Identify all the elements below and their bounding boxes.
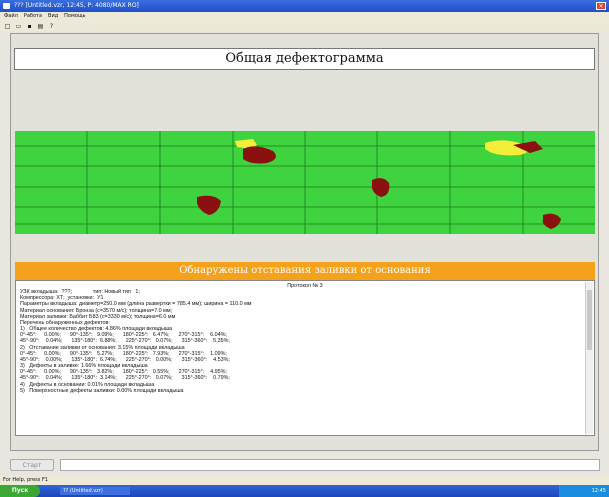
app-icon (3, 3, 10, 9)
os-start-button[interactable]: Пуск (0, 485, 40, 497)
menu-help[interactable]: Помощь (64, 12, 85, 21)
menu-work[interactable]: Работа (24, 12, 42, 21)
print-icon[interactable]: ▤ (37, 23, 44, 30)
protocol-report: Протокол № 3 УЗК вкладыша: ???; тип: Нов… (15, 280, 595, 436)
scroll-thumb[interactable] (587, 290, 592, 350)
report-scrollbar[interactable] (585, 282, 593, 434)
toolbar: □ ▭ ▪ ▤ ? (0, 21, 609, 31)
save-icon[interactable]: ▪ (26, 23, 33, 30)
page-title: Общая дефектограмма (14, 48, 595, 70)
menu-view[interactable]: Вид (48, 12, 58, 21)
report-line: 5) Поверхностные дефекты заливки: 0.00% … (20, 387, 184, 394)
command-row: Старт (10, 458, 600, 472)
status-bar: For Help, press F1 (0, 476, 609, 485)
open-icon[interactable]: ▭ (15, 23, 22, 30)
defectogram (15, 131, 595, 234)
section-heading: Обнаружены отставания заливки от основан… (15, 262, 595, 280)
close-button[interactable]: ✕ (596, 2, 606, 10)
os-taskbar: Пуск ?? (Untitled.vzr) 12:45 (0, 485, 609, 497)
command-input[interactable] (60, 459, 600, 471)
new-icon[interactable]: □ (4, 23, 11, 30)
window-title: ??? [Untitled.vzr, 12:45, P: 4080/MAX RO… (14, 2, 139, 9)
menu-file[interactable]: Файл (4, 12, 18, 21)
window-titlebar: ??? [Untitled.vzr, 12:45, P: 4080/MAX RO… (0, 0, 609, 12)
report-page: Общая дефектограмма Обнаружены отставани… (10, 33, 599, 451)
help-icon[interactable]: ? (48, 23, 55, 30)
system-tray: 12:45 (559, 485, 609, 497)
menu-bar: Файл Работа Вид Помощь (0, 12, 609, 21)
taskbar-app[interactable]: ?? (Untitled.vzr) (60, 487, 130, 495)
start-button[interactable]: Старт (10, 459, 54, 471)
